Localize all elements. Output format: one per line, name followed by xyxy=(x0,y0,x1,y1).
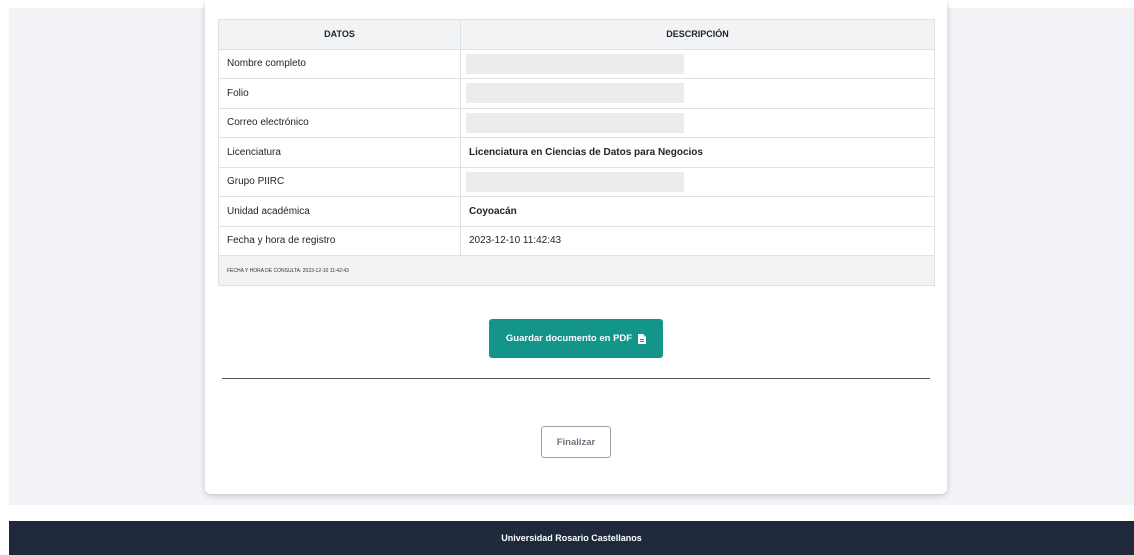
header-descripcion: DESCRIPCIÓN xyxy=(460,19,935,50)
row-label: Unidad académica xyxy=(218,196,461,227)
redacted-value xyxy=(466,171,684,192)
table-header-row: DATOS DESCRIPCIÓN xyxy=(218,19,935,50)
table-row-unidad: Unidad académica Coyoacán xyxy=(218,196,935,227)
redacted-value xyxy=(466,53,684,74)
table-row-correo: Correo electrónico xyxy=(218,107,935,138)
table-row-grupo: Grupo PIIRC xyxy=(218,166,935,197)
header-datos: DATOS xyxy=(218,19,461,50)
row-label: Licenciatura xyxy=(218,137,461,168)
registration-card: DATOS DESCRIPCIÓN Nombre completo Folio … xyxy=(205,0,947,494)
row-label: Correo electrónico xyxy=(218,107,461,138)
footer-text: Universidad Rosario Castellanos xyxy=(501,533,642,543)
row-value: 2023-12-10 11:42:43 xyxy=(460,225,935,256)
row-value xyxy=(460,78,935,109)
redacted-value xyxy=(466,83,684,104)
table-row-nombre: Nombre completo xyxy=(218,48,935,79)
row-value xyxy=(460,166,935,197)
save-pdf-button[interactable]: Guardar documento en PDF xyxy=(489,319,663,358)
row-label: Fecha y hora de registro xyxy=(218,225,461,256)
save-pdf-label: Guardar documento en PDF xyxy=(505,333,633,344)
row-value: Coyoacán xyxy=(460,196,935,227)
row-label: Folio xyxy=(218,78,461,109)
row-value xyxy=(460,107,935,138)
row-value xyxy=(460,48,935,79)
row-label: Nombre completo xyxy=(218,48,461,79)
row-label: Grupo PIIRC xyxy=(218,166,461,197)
consult-timestamp: FECHA Y HORA DE CONSULTA: 2023-12-10 11:… xyxy=(218,255,935,286)
table-footer-row: FECHA Y HORA DE CONSULTA: 2023-12-10 11:… xyxy=(218,255,935,286)
table-row-fecha: Fecha y hora de registro 2023-12-10 11:4… xyxy=(218,225,935,256)
registration-data-table: DATOS DESCRIPCIÓN Nombre completo Folio … xyxy=(218,19,935,286)
row-value: Licenciatura en Ciencias de Datos para N… xyxy=(460,137,935,168)
finish-button[interactable]: Finalizar xyxy=(541,426,611,458)
section-divider xyxy=(222,378,930,379)
table-row-folio: Folio xyxy=(218,78,935,109)
table-row-licenciatura: Licenciatura Licenciatura en Ciencias de… xyxy=(218,137,935,168)
redacted-value xyxy=(466,112,684,133)
pdf-file-icon xyxy=(638,333,647,344)
site-footer: Universidad Rosario Castellanos xyxy=(9,521,1134,555)
